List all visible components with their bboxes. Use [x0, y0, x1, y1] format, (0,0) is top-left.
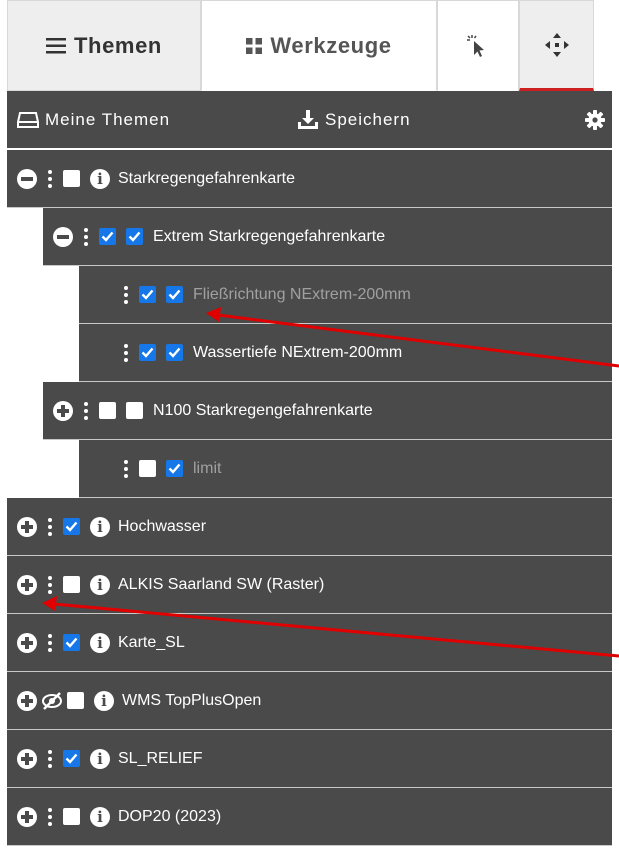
download-icon [298, 109, 318, 129]
layer-row[interactable]: Fließrichtung NExtrem-200mm [79, 266, 612, 324]
layer-panel: Themen Werkzeuge Meine Themen Speichern … [0, 0, 619, 852]
layer-name: Wassertiefe NExtrem-200mm [193, 343, 403, 361]
group-checkbox[interactable] [99, 228, 116, 245]
layer-row[interactable]: i SL_RELIEF [7, 730, 612, 788]
my-themes-button[interactable]: Meine Themen [17, 91, 170, 148]
visibility-checkbox[interactable] [63, 518, 80, 535]
info-icon[interactable]: i [90, 168, 110, 189]
layer-row[interactable]: i DOP20 (2023) [7, 788, 612, 846]
layer-name: N100 Starkregengefahrenkarte [153, 401, 373, 419]
hdd-icon [17, 111, 39, 128]
tab-werkzeuge[interactable]: Werkzeuge [201, 0, 437, 91]
layer-name: limit [193, 459, 222, 477]
group-checkbox[interactable] [139, 286, 156, 303]
expand-icon[interactable] [17, 748, 37, 769]
info-icon[interactable]: i [90, 632, 110, 653]
eye-slash-icon[interactable] [41, 690, 63, 712]
visibility-checkbox[interactable] [166, 460, 183, 477]
group-checkbox[interactable] [139, 344, 156, 361]
settings-button[interactable] [585, 91, 611, 148]
tab-bar: Themen Werkzeuge [0, 0, 619, 91]
layer-name: DOP20 (2023) [118, 807, 222, 825]
kebab-menu-icon[interactable] [119, 342, 133, 364]
visibility-checkbox[interactable] [63, 808, 80, 825]
tab-move[interactable] [519, 0, 594, 91]
visibility-checkbox[interactable] [126, 228, 143, 245]
kebab-menu-icon[interactable] [43, 806, 57, 828]
layer-row[interactable]: Extrem Starkregengefahrenkarte [43, 208, 612, 266]
tab-pointer[interactable] [437, 0, 519, 91]
kebab-menu-icon[interactable] [43, 574, 57, 596]
layer-name: Hochwasser [118, 517, 207, 535]
layer-name: ALKIS Saarland SW (Raster) [118, 575, 325, 593]
visibility-checkbox[interactable] [63, 634, 80, 651]
group-checkbox[interactable] [139, 460, 156, 477]
kebab-menu-icon[interactable] [43, 168, 57, 190]
kebab-menu-icon[interactable] [119, 458, 133, 480]
layer-name: WMS TopPlusOpen [122, 691, 262, 709]
expand-icon[interactable] [17, 574, 37, 595]
tab-werkzeuge-label: Werkzeuge [270, 32, 392, 58]
layer-row[interactable]: i WMS TopPlusOpen [7, 672, 612, 730]
layer-name: Fließrichtung NExtrem-200mm [193, 285, 411, 303]
layer-row[interactable]: i Starkregengefahrenkarte [7, 150, 612, 208]
visibility-checkbox[interactable] [166, 344, 183, 361]
layer-name: Starkregengefahrenkarte [118, 169, 295, 187]
kebab-menu-icon[interactable] [43, 516, 57, 538]
info-icon[interactable]: i [90, 574, 110, 595]
visibility-checkbox[interactable] [166, 286, 183, 303]
collapse-icon[interactable] [53, 226, 73, 247]
info-icon[interactable]: i [90, 748, 110, 769]
layer-name: Karte_SL [118, 633, 185, 651]
expand-icon[interactable] [17, 516, 37, 537]
layer-row[interactable]: limit [79, 440, 612, 498]
expand-icon[interactable] [17, 806, 37, 827]
expand-icon[interactable] [17, 632, 37, 653]
gear-icon [585, 109, 605, 130]
layer-row[interactable]: i Hochwasser [7, 498, 612, 556]
kebab-menu-icon[interactable] [119, 284, 133, 306]
visibility-checkbox[interactable] [67, 692, 84, 709]
kebab-menu-icon[interactable] [43, 748, 57, 770]
info-icon[interactable]: i [94, 690, 114, 711]
expand-icon[interactable] [17, 690, 37, 711]
my-themes-label: Meine Themen [45, 109, 171, 129]
save-button[interactable]: Speichern [297, 91, 411, 148]
layer-row[interactable]: i Karte_SL [7, 614, 612, 672]
visibility-checkbox[interactable] [63, 750, 80, 767]
visibility-checkbox[interactable] [126, 402, 143, 419]
visibility-checkbox[interactable] [63, 170, 80, 187]
save-label: Speichern [325, 109, 411, 129]
pointer-click-icon [466, 34, 490, 58]
layer-row[interactable]: i ALKIS Saarland SW (Raster) [7, 556, 612, 614]
info-icon[interactable]: i [90, 806, 110, 827]
layer-row[interactable]: N100 Starkregengefahrenkarte [43, 382, 612, 440]
collapse-icon[interactable] [17, 168, 37, 189]
expand-icon[interactable] [53, 400, 73, 421]
info-icon[interactable]: i [90, 516, 110, 537]
kebab-menu-icon[interactable] [79, 400, 93, 422]
themes-toolbar: Meine Themen Speichern [7, 91, 612, 148]
layer-name: SL_RELIEF [118, 749, 203, 767]
layer-row[interactable]: Wassertiefe NExtrem-200mm [79, 324, 612, 382]
group-checkbox[interactable] [99, 402, 116, 419]
grid-icon [246, 37, 263, 54]
tab-themen[interactable]: Themen [7, 0, 201, 91]
visibility-checkbox[interactable] [63, 576, 80, 593]
move-arrows-icon [544, 32, 570, 58]
layer-name: Extrem Starkregengefahrenkarte [153, 227, 386, 245]
kebab-menu-icon[interactable] [43, 632, 57, 654]
menu-icon [46, 37, 67, 55]
tab-themen-label: Themen [74, 32, 162, 58]
kebab-menu-icon[interactable] [79, 226, 93, 248]
